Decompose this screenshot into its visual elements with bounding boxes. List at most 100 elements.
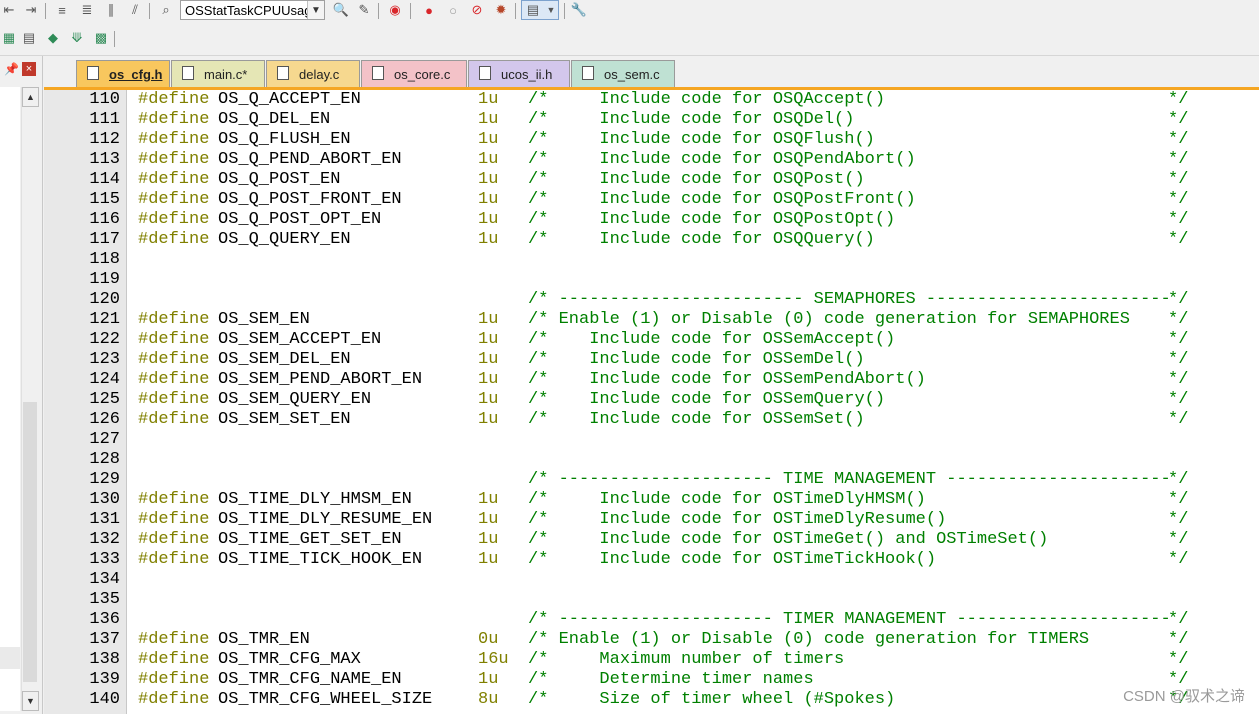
macro-value: 1u (478, 410, 499, 429)
code-line[interactable]: 123 #define OS_SEM_DEL_EN 1u /* Include code… (44, 350, 1259, 370)
project-scrollbar[interactable]: ▲ ▼ (21, 87, 39, 711)
code-line[interactable]: 140 #define OS_TMR_CFG_WHEEL_SIZE 8u /* Size… (44, 690, 1259, 710)
tree-selection (0, 647, 20, 669)
code-line[interactable]: 127 (44, 430, 1259, 450)
format-icon[interactable]: ∥ (102, 1, 120, 19)
indent-icon[interactable]: ⇤ (0, 1, 18, 19)
code-comment: /* Include code for OSSemQuery() (528, 390, 886, 409)
line-number: 110 (89, 90, 120, 109)
window-layout-button[interactable]: ▤ ▼ (521, 0, 559, 20)
breakpoint-enable-icon[interactable]: ○ (444, 1, 462, 19)
code-line[interactable]: 134 (44, 570, 1259, 590)
code-line[interactable]: 138 #define OS_TMR_CFG_MAX 16u /* Maximum nu… (44, 650, 1259, 670)
line-number: 126 (89, 410, 120, 429)
line-number: 118 (89, 250, 120, 269)
search-icon[interactable]: 🔍 (332, 1, 350, 19)
file-icon (582, 66, 594, 80)
tab-os-cfg-h[interactable]: os_cfg.h (76, 60, 170, 87)
project-tree[interactable] (0, 87, 20, 711)
rebuild-icon[interactable]: ◆ (44, 29, 62, 47)
preprocessor-directive: #define (138, 350, 210, 369)
macro-name: OS_Q_PEND_ABORT_EN (218, 150, 402, 169)
code-comment: /* Include code for OSSemPendAbort() (528, 370, 926, 389)
tab-delay-c[interactable]: delay.c (266, 60, 360, 87)
macro-name: OS_Q_POST_FRONT_EN (218, 190, 402, 209)
chevron-down-icon[interactable]: ▼ (307, 1, 324, 19)
breakpoint-kill-all-icon[interactable]: ✹ (492, 1, 510, 19)
code-line[interactable]: 126 #define OS_SEM_SET_EN 1u /* Include code… (44, 410, 1259, 430)
code-line[interactable]: 137 #define OS_TMR_EN 0u /* Enable (1) or Di… (44, 630, 1259, 650)
code-line[interactable]: 110 #define OS_Q_ACCEPT_EN 1u /* Include cod… (44, 90, 1259, 110)
uncomment-icon[interactable]: ≣ (78, 1, 96, 19)
code-comment: /* ------------------------ SEMAPHORES -… (528, 290, 1171, 309)
tab-os-sem-c[interactable]: os_sem.c (571, 60, 675, 87)
translate-icon[interactable]: ▦ (0, 29, 18, 47)
code-line[interactable]: 136 /* --------------------- TIMER MANAGE… (44, 610, 1259, 630)
preprocessor-directive: #define (138, 410, 210, 429)
close-icon[interactable]: × (22, 62, 36, 76)
comment-end: */ (1168, 190, 1189, 209)
debug-start-icon[interactable]: ◉ (386, 1, 404, 19)
macro-value: 1u (478, 530, 499, 549)
code-line[interactable]: 128 (44, 450, 1259, 470)
format2-icon[interactable]: ⫽ (126, 1, 144, 19)
line-number: 123 (89, 350, 120, 369)
macro-value: 1u (478, 150, 499, 169)
code-line[interactable]: 132 #define OS_TIME_GET_SET_EN 1u /* Include… (44, 530, 1259, 550)
code-editor[interactable]: 110 #define OS_Q_ACCEPT_EN 1u /* Include cod… (44, 90, 1259, 714)
code-line[interactable]: 124 #define OS_SEM_PEND_ABORT_EN 1u /* Inclu… (44, 370, 1259, 390)
unindent-icon[interactable]: ⇥ (22, 1, 40, 19)
download-icon[interactable]: ⟱ (68, 29, 86, 47)
breakpoint-insert-icon[interactable]: ● (420, 1, 438, 19)
tab-ucos-ii-h[interactable]: ucos_ii.h (468, 60, 570, 87)
line-number: 113 (89, 150, 120, 169)
code-comment: /* Include code for OSQQuery() (528, 230, 875, 249)
macro-value: 1u (478, 170, 499, 189)
code-line[interactable]: 113 #define OS_Q_PEND_ABORT_EN 1u /* Include… (44, 150, 1259, 170)
code-line[interactable]: 115 #define OS_Q_POST_FRONT_EN 1u /* Include… (44, 190, 1259, 210)
code-line[interactable]: 135 (44, 590, 1259, 610)
code-line[interactable]: 129 /* --------------------- TIME MANAGEM… (44, 470, 1259, 490)
code-line[interactable]: 111 #define OS_Q_DEL_EN 1u /* Include code f… (44, 110, 1259, 130)
macro-name: OS_Q_ACCEPT_EN (218, 90, 361, 109)
code-line[interactable]: 116 #define OS_Q_POST_OPT_EN 1u /* Include c… (44, 210, 1259, 230)
code-line[interactable]: 120 /* ------------------------ SEMAPHORE… (44, 290, 1259, 310)
code-line[interactable]: 117 #define OS_Q_QUERY_EN 1u /* Include code… (44, 230, 1259, 250)
toolbar-separator (515, 3, 516, 19)
comment-icon[interactable]: ≡ (53, 1, 71, 19)
code-line[interactable]: 133 #define OS_TIME_TICK_HOOK_EN 1u /* Inclu… (44, 550, 1259, 570)
target-options-icon[interactable]: ▩ (92, 29, 110, 47)
comment-end: */ (1168, 150, 1189, 169)
tab-os-core-c[interactable]: os_core.c (361, 60, 467, 87)
macro-name: OS_TIME_TICK_HOOK_EN (218, 550, 423, 569)
macro-value: 1u (478, 510, 499, 529)
function-combobox[interactable]: OSStatTaskCPUUsag ▼ (180, 0, 325, 20)
breakpoint-disable-all-icon[interactable]: ⊘ (468, 1, 486, 19)
pin-icon[interactable]: 📌 (4, 62, 19, 76)
code-line[interactable]: 118 (44, 250, 1259, 270)
code-line[interactable]: 114 #define OS_Q_POST_EN 1u /* Include code … (44, 170, 1259, 190)
scroll-up-icon[interactable]: ▲ (22, 87, 39, 107)
code-line[interactable]: 130 #define OS_TIME_DLY_HMSM_EN 1u /* Includ… (44, 490, 1259, 510)
file-icon (277, 66, 289, 80)
code-line[interactable]: 139 #define OS_TMR_CFG_NAME_EN 1u /* Determi… (44, 670, 1259, 690)
code-line[interactable]: 131 #define OS_TIME_DLY_RESUME_EN 1u /* Incl… (44, 510, 1259, 530)
line-number: 117 (89, 230, 120, 249)
build-icon[interactable]: ▤ (20, 29, 38, 47)
code-line[interactable]: 122 #define OS_SEM_ACCEPT_EN 1u /* Include c… (44, 330, 1259, 350)
code-comment: /* Maximum number of timers (528, 650, 845, 669)
scroll-thumb[interactable] (23, 402, 37, 682)
configure-icon[interactable]: 🔧 (570, 1, 588, 19)
code-line[interactable]: 125 #define OS_SEM_QUERY_EN 1u /* Include co… (44, 390, 1259, 410)
tab-main-c[interactable]: main.c* (171, 60, 265, 87)
line-number: 114 (89, 170, 120, 189)
find-in-files-icon[interactable]: ⌕ (157, 1, 175, 19)
code-line[interactable]: 112 #define OS_Q_FLUSH_EN 1u /* Include code… (44, 130, 1259, 150)
build-target-icon[interactable]: ✎ (355, 1, 373, 19)
comment-end: */ (1168, 530, 1189, 549)
chevron-down-icon[interactable]: ▼ (542, 1, 560, 19)
code-line[interactable]: 121 #define OS_SEM_EN 1u /* Enable (1) or Di… (44, 310, 1259, 330)
scroll-down-icon[interactable]: ▼ (22, 691, 39, 711)
code-line[interactable]: 119 (44, 270, 1259, 290)
macro-value: 1u (478, 350, 499, 369)
